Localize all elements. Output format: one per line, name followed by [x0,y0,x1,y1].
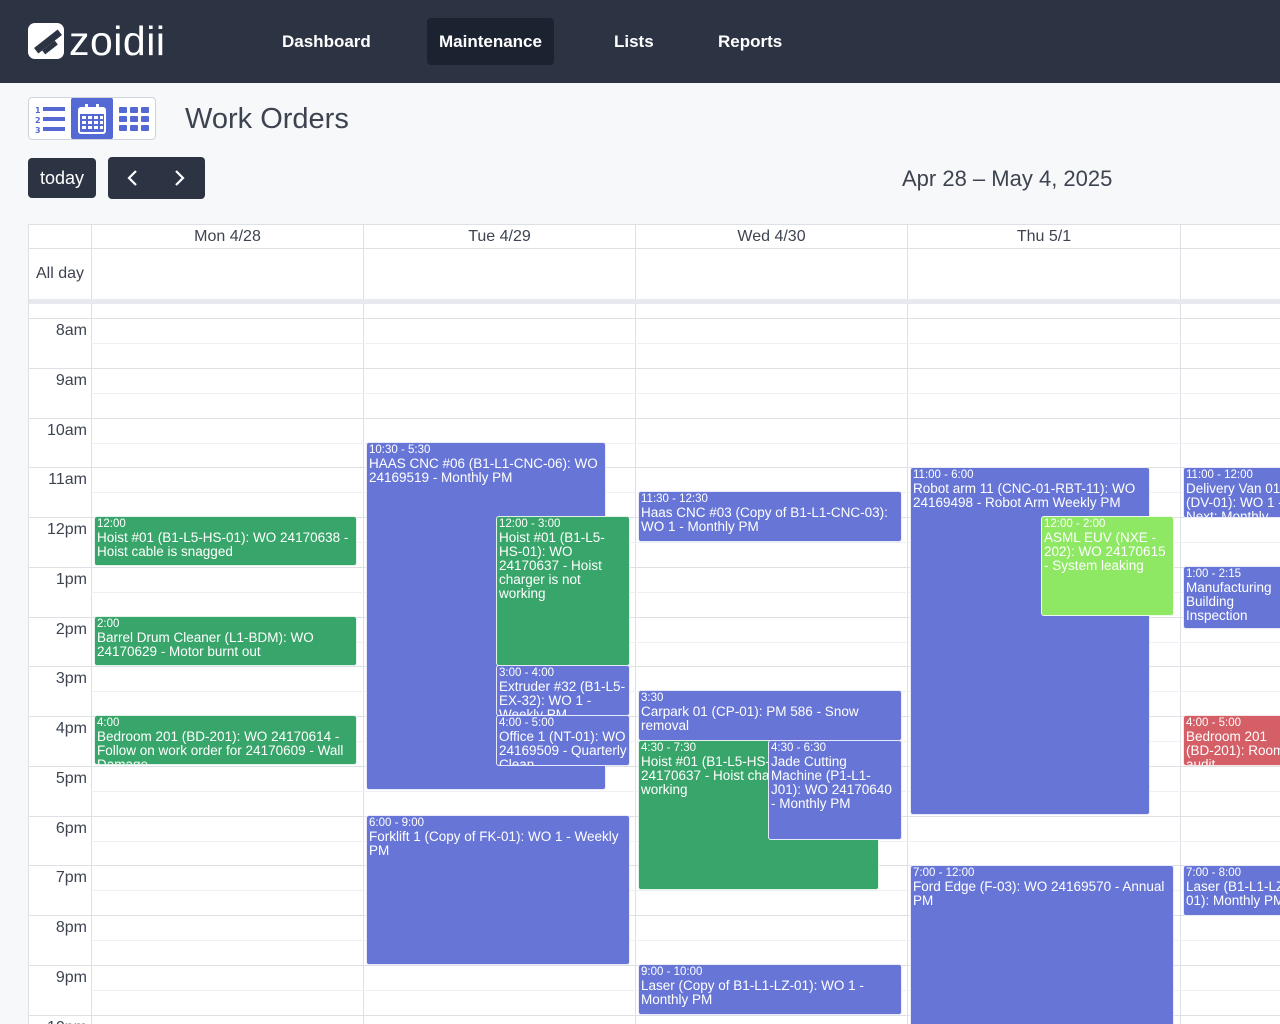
day-header-mon[interactable]: Mon 4/28 [92,225,363,248]
allday-label: All day [35,265,85,282]
calendar-event[interactable]: 4:00 - 5:00 Bedroom 201 (BD-201): Room au… [1183,715,1280,766]
calendar-view-button[interactable] [71,98,113,139]
grid-view-button[interactable] [113,98,155,139]
calendar-event[interactable]: 11:00 - 12:00 Delivery Van 01 (DV-01): WO… [1183,467,1280,518]
today-button[interactable]: today [28,158,96,198]
list-view-button[interactable]: 1 2 3 [29,98,71,139]
time-label: 3pm [55,670,87,687]
time-label: 8am [55,322,87,339]
time-label: 4pm [55,720,87,737]
brand-logo[interactable]: zoidii [28,20,165,62]
svg-text:2: 2 [35,116,41,125]
brand-name: zoidii [69,18,166,64]
logo-icon [28,23,64,59]
svg-text:1: 1 [35,106,41,115]
day-header-thu[interactable]: Thu 5/1 [908,225,1180,248]
time-label: 10am [46,422,87,439]
grid-line [91,225,92,1024]
calendar-event[interactable]: 12:00 - 3:00 Hoist #01 (B1-L5-HS-01): WO … [496,516,630,666]
next-button[interactable] [156,157,204,199]
calendar-event[interactable]: 7:00 - 8:00 Laser (B1-L1-LZ-01): Monthly … [1183,865,1280,916]
chevron-right-icon [175,170,185,186]
day-header-wed[interactable]: Wed 4/30 [636,225,907,248]
nav-reports[interactable]: Reports [706,18,794,65]
top-navbar: zoidii Dashboard Maintenance Lists Repor… [0,0,1280,83]
chevron-left-icon [127,170,137,186]
view-switcher: 1 2 3 [28,97,156,140]
calendar-event[interactable]: 4:00 Bedroom 201 (BD-201): WO 24170614 - … [94,715,357,765]
grid-line [363,225,364,1024]
time-label: 9am [55,372,87,389]
date-range-title: Apr 28 – May 4, 2025 [902,166,1113,191]
grid-line [29,248,1280,249]
calendar-event[interactable]: 2:00 Barrel Drum Cleaner (L1-BDM): WO 241… [94,616,357,666]
grid-line [1180,225,1181,1024]
calendar-event[interactable]: 4:00 - 5:00 Office 1 (NT-01): WO 24169509… [496,715,630,766]
grid-icon [119,106,149,131]
time-label: 2pm [55,621,87,638]
grid-line [635,225,636,1024]
calendar-event[interactable]: 4:30 - 6:30 Jade Cutting Machine (P1-L1-J… [768,740,902,840]
grid-line [29,418,1280,419]
calendar-event[interactable]: 1:00 - 2:15 Manufacturing Building Inspec… [1183,566,1280,629]
grid-line [29,318,1280,319]
calendar-event[interactable]: 12:00 - 2:00 ASML EUV (NXE - 202): WO 241… [1041,516,1174,616]
nav-maintenance[interactable]: Maintenance [427,18,554,65]
time-label: 6pm [55,820,87,837]
prev-button[interactable] [108,157,156,199]
calendar-event[interactable]: 6:00 - 9:00 Forklift 1 (Copy of FK-01): W… [366,815,630,965]
time-label: 8pm [55,919,87,936]
time-label: 9pm [55,969,87,986]
time-label: 1pm [55,571,87,588]
nav-dashboard[interactable]: Dashboard [270,18,383,65]
calendar-event[interactable]: 3:00 - 4:00 Extruder #32 (B1-L5-EX-32): W… [496,665,630,716]
calendar-event[interactable]: 12:00 Hoist #01 (B1-L5-HS-01): WO 2417063… [94,516,357,566]
grid-line [907,225,908,1024]
calendar-icon [78,103,106,134]
time-label: 12pm [46,521,87,538]
allday-divider [29,299,1280,304]
day-header-tue[interactable]: Tue 4/29 [364,225,635,248]
calendar-event[interactable]: 11:30 - 12:30 Haas CNC #03 (Copy of B1-L1… [638,491,902,542]
grid-line [29,368,1280,369]
week-calendar: Mon 4/28 Tue 4/29 Wed 4/30 Thu 5/1 All d… [28,224,1280,1024]
grid-line [91,443,1280,444]
list-numbered-icon: 1 2 3 [35,106,65,134]
time-label: 5pm [55,770,87,787]
prev-next-group [108,157,205,199]
svg-text:3: 3 [35,126,41,134]
time-label: 11am [48,471,87,488]
grid-line [91,343,1280,344]
calendar-event[interactable]: 9:00 - 10:00 Laser (Copy of B1-L1-LZ-01):… [638,964,902,1015]
time-label: 7pm [55,869,87,886]
nav-lists[interactable]: Lists [602,18,666,65]
calendar-event[interactable]: 7:00 - 12:00 Ford Edge (F-03): WO 2416957… [910,865,1174,1024]
grid-line [91,393,1280,394]
time-label: 10pm [29,1018,87,1024]
calendar-event[interactable]: 3:30 Carpark 01 (CP-01): PM 586 - Snow re… [638,690,902,741]
page-title: Work Orders [185,103,349,135]
